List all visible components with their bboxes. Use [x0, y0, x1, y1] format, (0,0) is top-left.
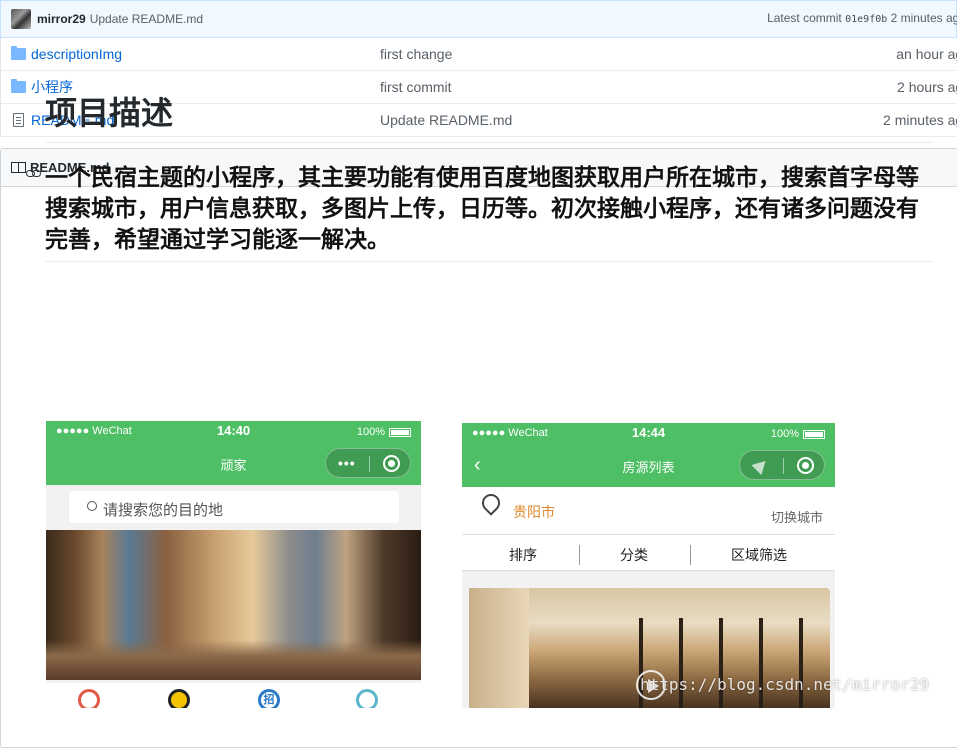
readme-heading: 项目描述 [45, 88, 934, 143]
search-bar: 请搜索您的目的地 [69, 491, 399, 523]
file-row[interactable]: descriptionImg first change an hour ago [1, 38, 957, 71]
commit-age: 2 minutes ago [890, 11, 957, 25]
latest-commit-bar: mirror29 Update README.md Latest commit … [0, 0, 957, 38]
file-commit-message[interactable]: first change [380, 46, 452, 62]
category-icons: 招 [46, 683, 421, 708]
more-icon: ••• [338, 455, 356, 471]
battery-status: 100% [357, 426, 411, 438]
readme-subheading: 一个民宿主题的小程序，其主要功能有使用百度地图获取用户所在城市，搜索首字母等搜索… [45, 162, 934, 262]
commit-sha[interactable]: 01e9f0b [845, 14, 887, 25]
battery-percent: 100% [770, 428, 799, 440]
screenshot-listing: ●●●●● WeChat 14:44 100% ‹ 房源列表 贵阳市 切换城市 … [462, 423, 835, 708]
status-bar: ●●●●● WeChat 14:44 100% [462, 423, 835, 445]
navigation-arrow-icon [751, 455, 771, 476]
switch-city: 切换城市 [770, 510, 823, 525]
badge-text: 招 [263, 694, 275, 706]
close-circle-icon [383, 455, 400, 472]
battery-status: 100% [771, 428, 825, 440]
menu-capsule [739, 450, 825, 480]
anchor-link-icon[interactable] [26, 168, 42, 180]
screenshot-home: ●●●●● WeChat 14:40 100% 顽家 ••• 请搜索您的目的地 … [46, 421, 421, 708]
badge-icon: 招 [258, 689, 280, 708]
filter-area: 区域筛选 [731, 547, 787, 563]
search-icon [87, 501, 97, 511]
person-icon [356, 689, 378, 708]
folder-icon [11, 46, 26, 60]
avatar[interactable] [11, 9, 31, 29]
filter-sort: 排序 [509, 547, 537, 563]
capsule-divider [783, 458, 784, 474]
commit-info: Latest commit 01e9f0b 2 minutes ago [767, 11, 957, 25]
room-photo [46, 530, 421, 680]
search-placeholder: 请搜索您的目的地 [103, 502, 224, 519]
folder-icon [11, 79, 26, 93]
file-name-link[interactable]: descriptionImg [31, 46, 122, 62]
filter-bar: 排序 分类 区域筛选 [462, 535, 835, 571]
battery-icon [389, 427, 411, 437]
location-row: 贵阳市 切换城市 [462, 487, 835, 535]
map-pin-icon [478, 490, 504, 516]
status-bar: ●●●●● WeChat 14:40 100% [46, 421, 421, 443]
circle-icon [168, 689, 190, 708]
latest-commit-label: Latest commit [767, 11, 842, 25]
filter-divider [690, 545, 691, 565]
filter-category: 分类 [620, 547, 648, 563]
watermark: https://blog.csdn.net/mirror29 [640, 675, 929, 694]
battery-percent: 100% [356, 426, 385, 438]
filter-divider [579, 545, 580, 565]
location-icon [78, 689, 100, 708]
file-age: an hour ago [896, 46, 957, 62]
close-circle-icon [797, 457, 814, 474]
nav-bar: 顽家 ••• [46, 443, 421, 485]
commit-message[interactable]: Update README.md [90, 12, 203, 26]
nav-bar: ‹ 房源列表 [462, 445, 835, 487]
capsule-divider [369, 456, 370, 472]
commit-author[interactable]: mirror29 [37, 12, 86, 26]
file-icon [13, 113, 24, 127]
current-city: 贵阳市 [513, 504, 555, 520]
book-icon [11, 162, 26, 173]
battery-icon [803, 429, 825, 439]
menu-capsule: ••• [325, 448, 411, 478]
